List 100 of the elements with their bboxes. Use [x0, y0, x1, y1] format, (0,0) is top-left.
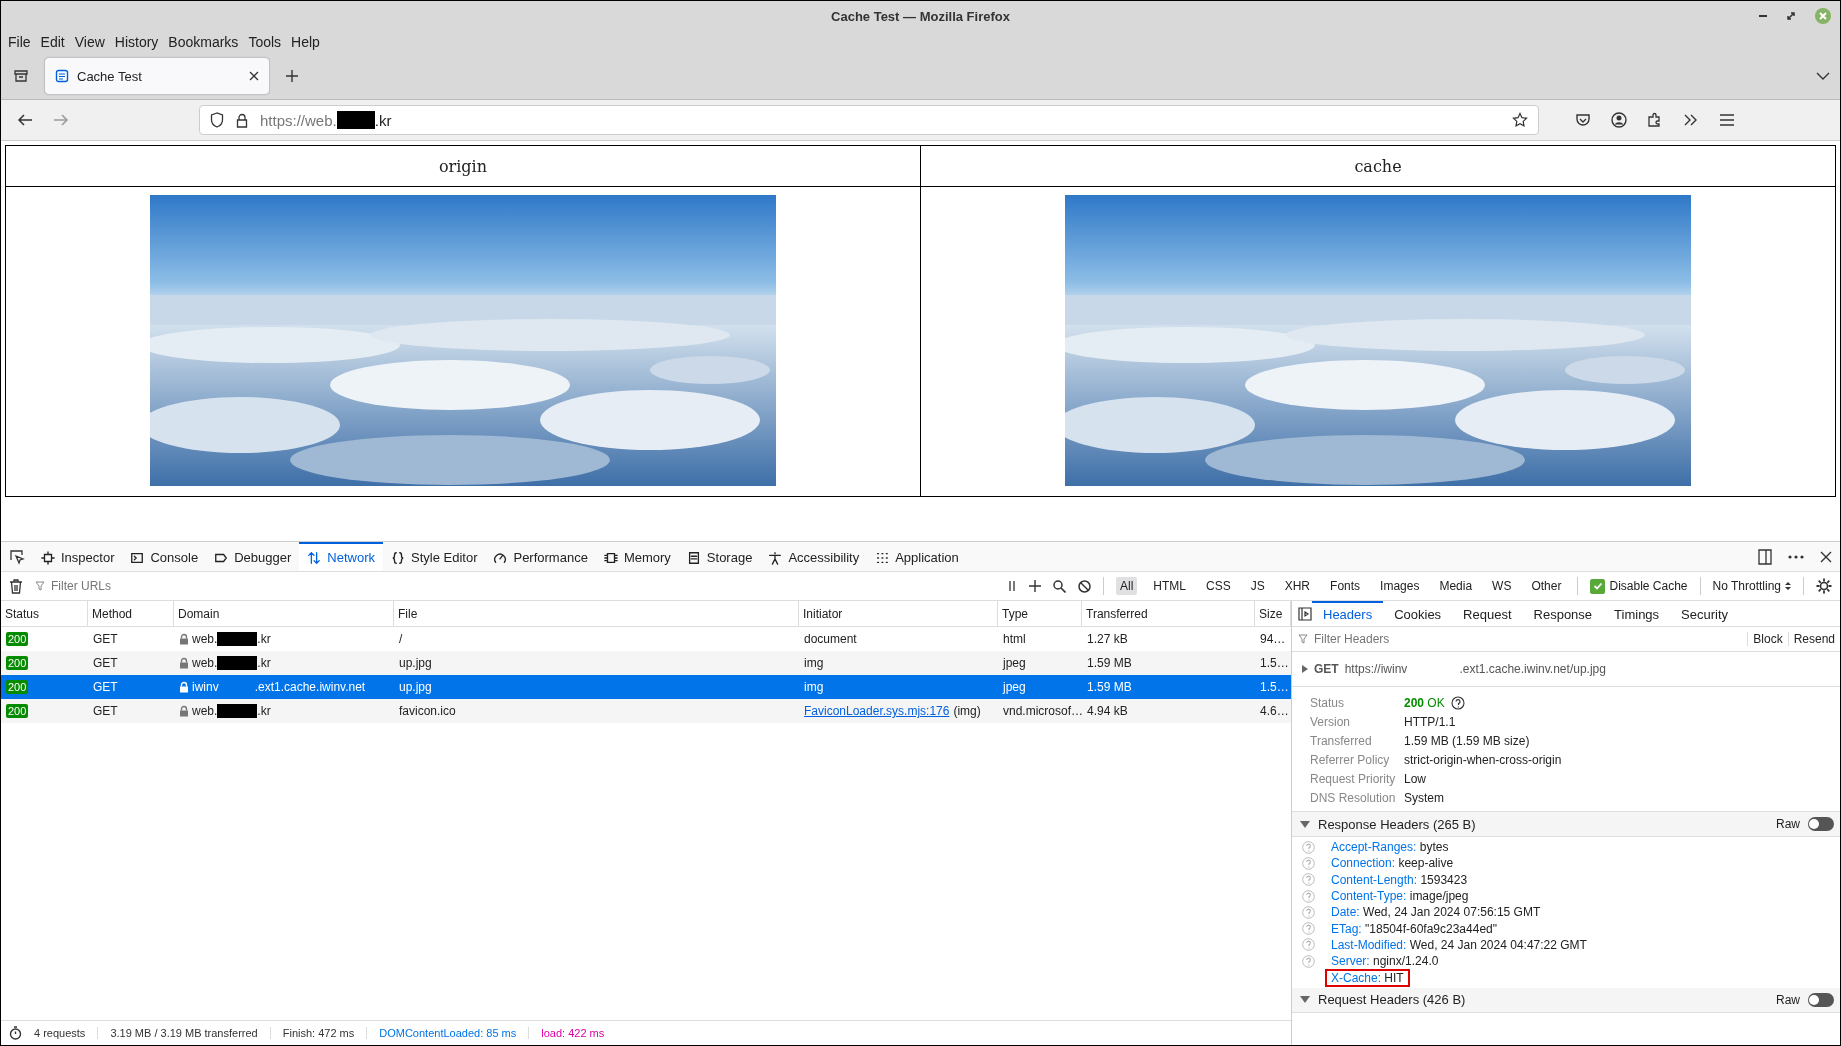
request-row[interactable]: 200 GET web. .kr up.jpg img jpeg 1.59 MB 1.5…: [1, 651, 1291, 675]
throttling-dropdown[interactable]: No Throttling: [1712, 579, 1781, 593]
table-cell: GET: [93, 680, 118, 694]
menu-item[interactable]: History: [109, 34, 164, 50]
action-button[interactable]: Resend: [1787, 632, 1840, 646]
chevron-down-icon[interactable]: [1816, 71, 1830, 81]
browser-tab[interactable]: Cache Test: [45, 58, 269, 94]
type-filter-button[interactable]: HTML: [1149, 577, 1190, 595]
menu-item[interactable]: Tools: [243, 34, 287, 50]
checkbox-label[interactable]: Disable Cache: [1609, 579, 1688, 593]
plus-icon[interactable]: [1029, 580, 1041, 592]
response-header: ETag: "18504f-60fa9c23a44ed": [1330, 920, 1498, 938]
devtools-tab[interactable]: Accessibility: [760, 542, 868, 571]
devtools-tab[interactable]: Performance: [485, 542, 596, 571]
request-row[interactable]: 200 GET web. .kr favicon.ico FaviconLoader.sys.mjs:176 (img) vnd.microsof… 4.94 kB 4.6…: [1, 699, 1291, 723]
detail-tab[interactable]: Cookies: [1383, 601, 1453, 626]
new-tab-icon[interactable]: [285, 69, 299, 83]
column-header[interactable]: Type: [998, 601, 1082, 626]
close-icon[interactable]: [1820, 550, 1832, 563]
action-button[interactable]: Block: [1747, 632, 1788, 646]
help-icon[interactable]: [1450, 695, 1465, 710]
request-url: https://iwinv: [1344, 662, 1408, 676]
devtools-tab[interactable]: Debugger: [206, 542, 300, 571]
block-icon[interactable]: [1078, 579, 1091, 593]
type-filter-button[interactable]: Fonts: [1326, 577, 1365, 595]
restore-icon[interactable]: [1786, 11, 1796, 21]
type-filter-button[interactable]: Other: [1527, 577, 1566, 595]
detail-tab[interactable]: Response: [1522, 601, 1604, 626]
type-filter-button[interactable]: WS: [1488, 577, 1516, 595]
detail-tab[interactable]: Timings: [1603, 601, 1671, 626]
initiator-link[interactable]: FaviconLoader.sys.mjs:176: [804, 704, 950, 718]
request-row[interactable]: 200 GET web. .kr / document html 1.27 kB 94…: [1, 627, 1291, 651]
table-cell: 1.59 MB: [1087, 680, 1132, 694]
detail-tab[interactable]: Security: [1670, 601, 1740, 626]
column-header[interactable]: Status: [1, 601, 88, 626]
account-icon[interactable]: [1611, 112, 1627, 128]
type-filter-button[interactable]: All: [1116, 577, 1138, 595]
column-header[interactable]: Method: [88, 601, 174, 626]
table-cell: favicon.ico: [399, 704, 456, 718]
minimize-icon[interactable]: [1758, 14, 1768, 18]
section-title[interactable]: Response Headers (265 B): [1318, 816, 1768, 832]
type-filter-button[interactable]: XHR: [1280, 577, 1315, 595]
type-filter-button[interactable]: CSS: [1202, 577, 1235, 595]
expand-arrow-icon[interactable]: [1302, 665, 1308, 673]
tray-icon[interactable]: [13, 68, 29, 84]
status-badge: 200: [6, 632, 29, 646]
panel-toggle-icon[interactable]: [1298, 606, 1312, 621]
element-picker-icon[interactable]: [9, 548, 25, 565]
raw-toggle[interactable]: [1808, 992, 1834, 1007]
checkbox[interactable]: [1590, 578, 1606, 594]
double-chevron-icon[interactable]: [1683, 113, 1699, 127]
close-icon[interactable]: [249, 71, 259, 81]
dock-icon[interactable]: [1758, 548, 1772, 565]
star-icon[interactable]: [1512, 112, 1528, 128]
dot-grid-icon: [875, 550, 890, 565]
filter-field[interactable]: Filter Headers: [1312, 631, 1748, 647]
search-icon[interactable]: [1053, 579, 1066, 593]
shield-icon[interactable]: [210, 112, 224, 128]
devtools-tab[interactable]: Application: [867, 542, 967, 571]
expand-arrow-icon[interactable]: [1300, 996, 1310, 1004]
raw-toggle[interactable]: [1808, 817, 1834, 831]
response-header: Date: Wed, 24 Jan 2024 07:56:15 GMT: [1330, 904, 1542, 922]
filter-field[interactable]: Filter URLs: [49, 578, 995, 594]
column-header[interactable]: Size: [1255, 601, 1291, 626]
pause-icon[interactable]: [1007, 580, 1017, 592]
detail-tab[interactable]: Request: [1452, 601, 1523, 626]
devtools-tab[interactable]: Memory: [595, 542, 679, 571]
menu-item[interactable]: View: [69, 34, 110, 50]
menu-item[interactable]: File: [3, 34, 36, 50]
devtools-tab[interactable]: Network: [299, 542, 383, 571]
devtools-tab[interactable]: Style Editor: [383, 542, 486, 571]
table-cell: 94…: [1260, 632, 1286, 646]
table-cell: 4.94 kB: [1087, 704, 1128, 718]
menu-item[interactable]: Edit: [35, 34, 70, 50]
type-filter-button[interactable]: Media: [1435, 577, 1477, 595]
devtools-tab[interactable]: Inspector: [33, 542, 123, 571]
expand-arrow-icon[interactable]: [1300, 820, 1310, 828]
type-filter-button[interactable]: JS: [1246, 577, 1269, 595]
puzzle-icon[interactable]: [1647, 112, 1663, 128]
column-header[interactable]: File: [394, 601, 799, 626]
column-header[interactable]: Initiator: [799, 601, 998, 626]
devtools-tab[interactable]: Storage: [678, 542, 761, 571]
devtools-tab[interactable]: Console: [122, 542, 207, 571]
menu-icon[interactable]: [1719, 113, 1735, 127]
trash-icon[interactable]: [9, 578, 23, 594]
lock-icon[interactable]: [236, 112, 248, 128]
pocket-icon[interactable]: [1575, 112, 1591, 128]
column-header[interactable]: Transferred: [1082, 601, 1255, 626]
type-filter-button[interactable]: Images: [1376, 577, 1424, 595]
address-field[interactable]: https://web. .kr: [199, 105, 1539, 135]
menu-item[interactable]: Bookmarks: [163, 34, 244, 50]
request-row[interactable]: 200 GET iwinv .ext1.cache.iwinv.net up.jpg img jpeg 1.59 MB 1.5…: [1, 675, 1291, 699]
back-icon[interactable]: [17, 113, 33, 127]
settings-icon[interactable]: [1816, 578, 1832, 594]
more-icon[interactable]: [1788, 554, 1804, 559]
menu-item[interactable]: Help: [286, 34, 325, 50]
detail-tab[interactable]: Headers: [1312, 601, 1384, 626]
column-header[interactable]: Domain: [174, 601, 394, 626]
status-badge: 200: [6, 704, 29, 718]
section-title[interactable]: Request Headers (426 B): [1318, 992, 1768, 1008]
